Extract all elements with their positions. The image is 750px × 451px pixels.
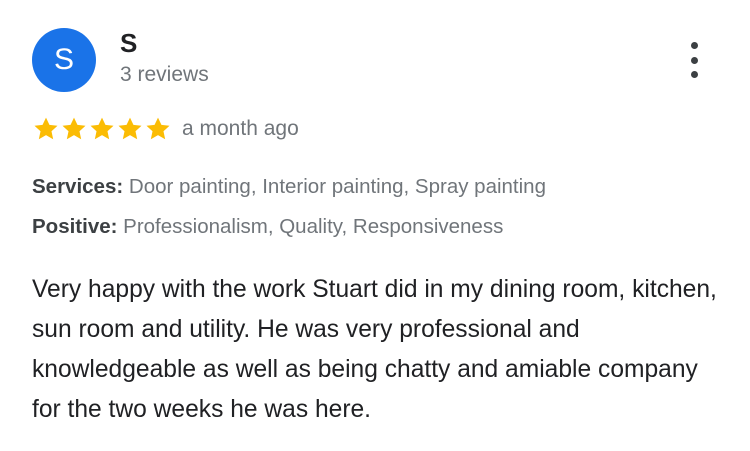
services-value: Door painting, Interior painting, Spray …	[128, 175, 546, 198]
services-label: Services:	[32, 175, 124, 198]
star-icon	[62, 117, 86, 140]
review-date: a month ago	[182, 117, 299, 140]
avatar-initial: S	[53, 43, 74, 76]
rating-row: a month ago	[32, 112, 299, 146]
star-icon	[146, 117, 170, 140]
star-icon	[118, 117, 142, 140]
services-row: Services: Door painting, Interior painti…	[32, 174, 546, 200]
avatar[interactable]: S	[32, 28, 96, 92]
more-options-button[interactable]	[676, 38, 712, 82]
star-icon	[90, 117, 114, 140]
review-text: Very happy with the work Stuart did in m…	[32, 276, 717, 423]
star-rating	[32, 115, 172, 143]
positive-value: Professionalism, Quality, Responsiveness	[123, 215, 504, 238]
positive-row: Positive: Professionalism, Quality, Resp…	[32, 214, 503, 240]
positive-label: Positive:	[32, 215, 118, 238]
review-count[interactable]: 3 reviews	[120, 62, 209, 88]
more-vert-icon-dot-middle	[690, 56, 698, 64]
star-icon	[34, 117, 58, 140]
more-vert-icon-dot-bottom	[690, 71, 698, 78]
more-vert-icon-dot-top	[690, 42, 698, 49]
reviewer-name[interactable]: S	[120, 28, 137, 58]
